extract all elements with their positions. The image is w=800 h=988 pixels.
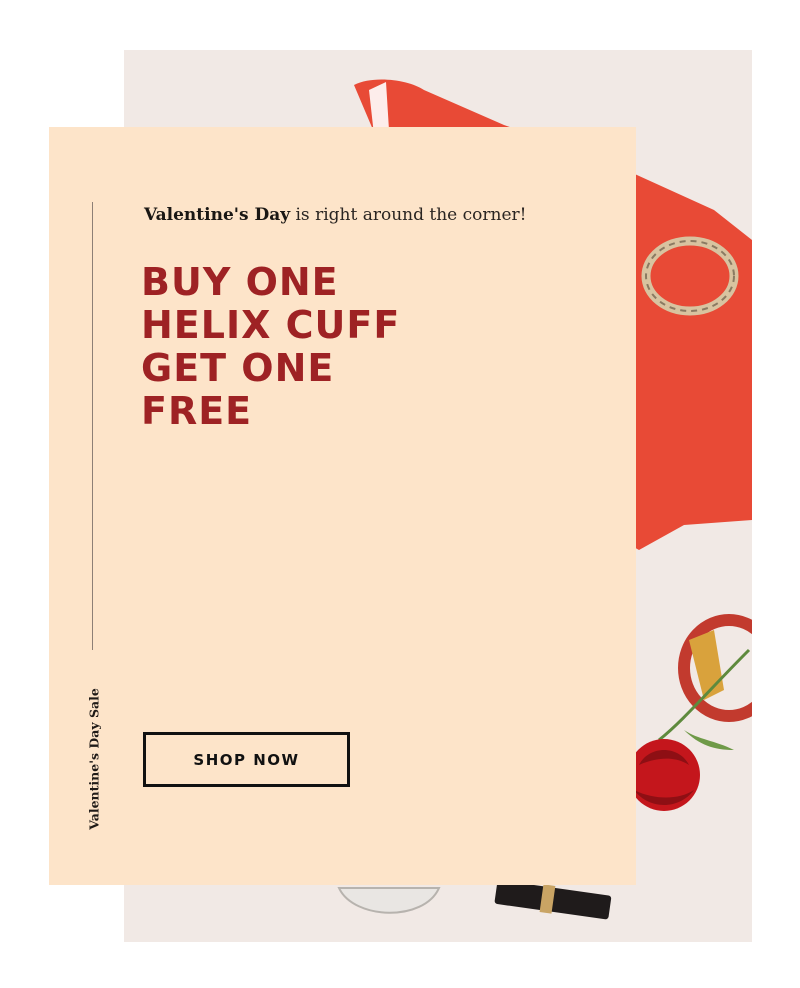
shop-now-button[interactable]: SHOP NOW xyxy=(143,732,350,787)
vertical-divider xyxy=(92,202,93,650)
intro-bold: Valentine's Day xyxy=(144,205,291,225)
headline-line: FREE xyxy=(141,389,253,433)
headline-line: GET ONE xyxy=(141,346,335,390)
intro-text: Valentine's Day is right around the corn… xyxy=(144,205,526,225)
headline-line: BUY ONE xyxy=(141,260,339,304)
intro-rest: is right around the corner! xyxy=(290,205,527,225)
headline: BUY ONE HELIX CUFF GET ONE FREE xyxy=(141,261,400,433)
promo-panel: Valentine's Day Sale Valentine's Day is … xyxy=(49,127,636,885)
headline-line: HELIX CUFF xyxy=(141,303,401,347)
side-label: Valentine's Day Sale xyxy=(86,688,102,830)
